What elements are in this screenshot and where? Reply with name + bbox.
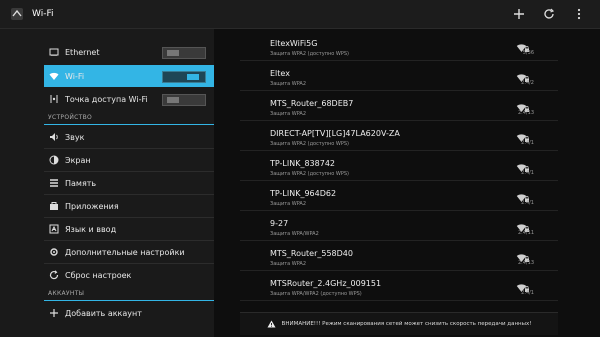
wifi-lock-signal-icon: [516, 188, 530, 202]
settings-app-icon: [8, 5, 26, 23]
network-security: Защита WPA2: [270, 201, 307, 207]
ethernet-icon: [48, 46, 60, 58]
network-security: Защита WPA2: [270, 111, 307, 117]
network-ssid: DIRECT-AP[TV][LG]47LA620V-ZA: [270, 129, 400, 138]
sidebar-item-display[interactable]: Экран: [0, 149, 214, 171]
network-band-channel: 2.4/13: [518, 260, 534, 266]
network-item[interactable]: TP-LINK_964D62 Защита WPA2 2.4/1: [240, 181, 558, 211]
action-bar: Wi-Fi: [0, 0, 600, 29]
sidebar-item-label: Добавить аккаунт: [65, 308, 142, 318]
refresh-button[interactable]: [534, 0, 564, 28]
warning-icon: [267, 320, 276, 328]
sidebar-item-label: Приложения: [65, 201, 119, 211]
network-security: Защита WPA2 (доступно WPS): [270, 141, 349, 147]
sidebar-item-label: Дополнительные настройки: [65, 247, 185, 257]
wifi-lock-signal-icon: [516, 128, 530, 142]
section-header-accounts: АККАУНТЫ: [44, 287, 214, 301]
language-icon: [48, 223, 60, 235]
sidebar-item-label: Точка доступа Wi-Fi: [65, 94, 148, 104]
sidebar-item-advanced[interactable]: Дополнительные настройки: [0, 241, 214, 263]
wifi-toggle[interactable]: [162, 71, 206, 83]
sidebar-item-label: Память: [65, 178, 97, 188]
add-network-button[interactable]: [504, 0, 534, 28]
network-ssid: TP-LINK_838742: [270, 159, 336, 168]
wifi-lock-signal-icon: [516, 278, 530, 292]
network-item[interactable]: 9-27 Защита WPA/WPA2 2.4/11: [240, 211, 558, 241]
network-band-channel: 2.4/2: [521, 80, 534, 86]
add-icon: [48, 307, 60, 319]
plus-icon: [514, 9, 524, 19]
network-security: Защита WPA2: [270, 81, 307, 87]
wifi-lock-signal-icon: [516, 68, 530, 82]
sidebar-item-hotspot[interactable]: Точка доступа Wi-Fi: [0, 88, 214, 110]
wifi-network-panel: EltexWiFi5G Защита WPA2 (доступно WPS) 5/3…: [214, 29, 600, 337]
sidebar-item-wifi[interactable]: Wi-Fi: [44, 65, 214, 87]
warning-text: ВНИМАНИЕ!!! Режим сканирования сетей мож…: [281, 321, 532, 327]
display-icon: [48, 154, 60, 166]
network-ssid: EltexWiFi5G: [270, 39, 318, 48]
storage-icon: [48, 177, 60, 189]
network-item[interactable]: MTS_Router_68DEB7 Защита WPA2 2.4/13: [240, 91, 558, 121]
wifi-lock-signal-icon: [516, 158, 530, 172]
network-security: Защита WPA/WPA2: [270, 231, 319, 237]
sidebar-item-label: Сброс настроек: [65, 270, 132, 280]
apps-icon: [48, 200, 60, 212]
network-ssid: MTSRouter_2.4GHz_009151: [270, 279, 382, 288]
network-security: Защита WPA2: [270, 261, 307, 267]
refresh-icon: [544, 8, 555, 19]
network-item[interactable]: EltexWiFi5G Защита WPA2 (доступно WPS) 5/3…: [240, 31, 558, 61]
network-item[interactable]: TP-LINK_838742 Защита WPA2 (доступно WPS)…: [240, 151, 558, 181]
sidebar-item-label: Звук: [65, 132, 85, 142]
network-band-channel: 2.4/11: [518, 230, 534, 236]
sidebar-item-label: Wi-Fi: [65, 71, 85, 81]
network-ssid: MTS_Router_558D40: [270, 249, 353, 258]
network-band-channel: 5/36: [522, 50, 534, 56]
scan-warning-banner: ВНИМАНИЕ!!! Режим сканирования сетей мож…: [240, 312, 558, 335]
network-ssid: TP-LINK_964D62: [270, 189, 337, 198]
network-security: Защита WPA/WPA2 (доступно WPS): [270, 291, 362, 297]
wifi-lock-signal-icon: [516, 248, 530, 262]
reset-icon: [48, 269, 60, 281]
network-item[interactable]: MTS_Router_558D40 Защита WPA2 2.4/13: [240, 241, 558, 271]
section-header-device: УСТРОЙСТВО: [44, 111, 214, 125]
page-title: Wi-Fi: [32, 9, 54, 19]
sidebar-item-apps[interactable]: Приложения: [0, 195, 214, 217]
network-ssid: 9-27: [270, 219, 289, 228]
hotspot-icon: [48, 93, 60, 105]
sound-icon: [48, 131, 60, 143]
sidebar-item-label: Язык и ввод: [65, 224, 117, 234]
network-ssid: Eltex: [270, 69, 290, 78]
settings-sidebar: Ethernet Wi-Fi Точка доступа Wi-Fi УСТРО…: [0, 29, 214, 337]
ethernet-toggle[interactable]: [162, 47, 206, 59]
network-security: Защита WPA2 (доступно WPS): [270, 171, 349, 177]
sidebar-item-ethernet[interactable]: Ethernet: [0, 41, 214, 63]
advanced-settings-icon: [48, 246, 60, 258]
network-item[interactable]: MTSRouter_2.4GHz_009151 Защита WPA/WPA2 (…: [240, 271, 558, 301]
network-band-channel: 2.4/1: [521, 200, 534, 206]
wifi-lock-signal-icon: [516, 38, 530, 52]
overflow-menu-button[interactable]: [564, 0, 594, 28]
wifi-lock-signal-icon: [516, 98, 530, 112]
sidebar-item-language[interactable]: Язык и ввод: [0, 218, 214, 240]
sidebar-item-label: Ethernet: [65, 47, 100, 57]
more-vert-icon: [577, 8, 581, 20]
sidebar-item-sound[interactable]: Звук: [0, 126, 214, 148]
network-list: EltexWiFi5G Защита WPA2 (доступно WPS) 5/3…: [240, 29, 558, 311]
network-band-channel: 2.4/1: [521, 140, 534, 146]
network-item[interactable]: DIRECT-AP[TV][LG]47LA620V-ZA Защита WPA2 …: [240, 121, 558, 151]
network-band-channel: 2.4/1: [521, 170, 534, 176]
network-item[interactable]: Eltex Защита WPA2 2.4/2: [240, 61, 558, 91]
sidebar-item-reset[interactable]: Сброс настроек: [0, 264, 214, 286]
network-ssid: MTS_Router_68DEB7: [270, 99, 354, 108]
network-security: Защита WPA2 (доступно WPS): [270, 51, 349, 57]
sidebar-item-storage[interactable]: Память: [0, 172, 214, 194]
network-band-channel: 2.4/1: [521, 290, 534, 296]
hotspot-toggle[interactable]: [162, 94, 206, 106]
sidebar-item-add-account[interactable]: Добавить аккаунт: [0, 302, 214, 324]
wifi-lock-signal-icon: [516, 218, 530, 232]
wifi-icon: [48, 70, 60, 82]
network-band-channel: 2.4/13: [518, 110, 534, 116]
sidebar-item-label: Экран: [65, 155, 91, 165]
